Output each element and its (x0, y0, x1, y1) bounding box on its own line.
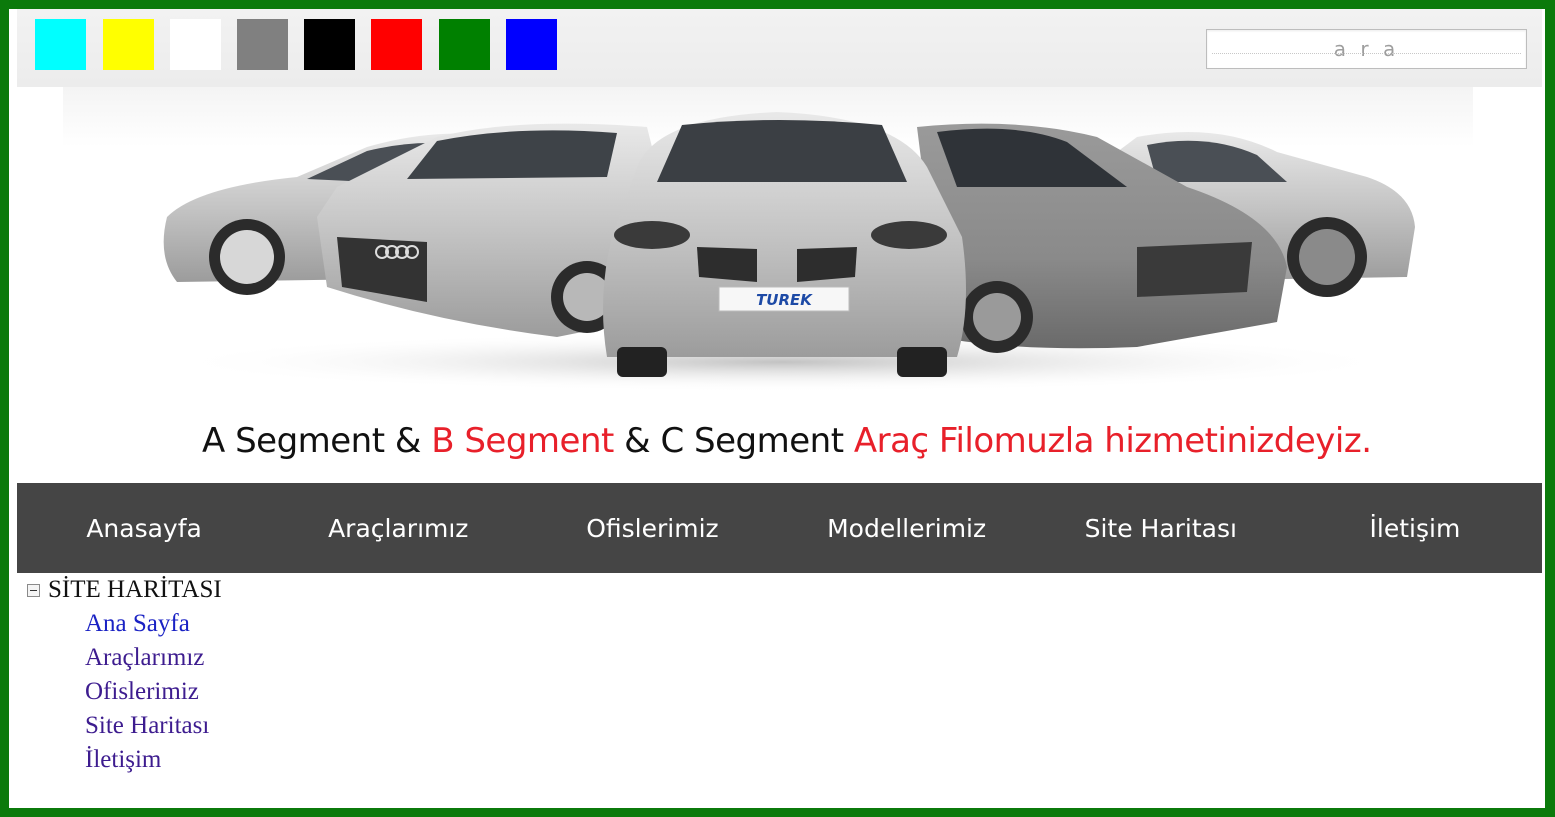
tagline-part-1: A Segment & (202, 421, 432, 461)
car-bmw: TUREK (603, 112, 966, 377)
nav-item-araclarimiz[interactable]: Araçlarımız (271, 514, 525, 543)
tagline-part-2: B Segment (431, 421, 614, 461)
cars-image: TUREK (162, 112, 1415, 392)
site-map-link-ofislerimiz[interactable]: Ofislerimiz (85, 675, 222, 709)
nav-item-iletisim[interactable]: İletişim (1288, 514, 1542, 543)
site-map-links: Ana Sayfa Araçlarımız Ofislerimiz Site H… (85, 607, 222, 777)
collapse-toggle-icon[interactable] (27, 583, 40, 597)
site-map-link-site-haritasi[interactable]: Site Haritası (85, 709, 222, 743)
nav-item-modellerimiz[interactable]: Modellerimiz (780, 514, 1034, 543)
license-plate-text: TUREK (756, 291, 813, 309)
page-content: TUREK A Segment & B Segment & C Segment … (17, 9, 1542, 807)
white-swatch[interactable] (170, 19, 221, 70)
nav-item-ofislerimiz[interactable]: Ofislerimiz (525, 514, 779, 543)
site-map-link-iletisim[interactable]: İletişim (85, 743, 222, 777)
top-bar (17, 9, 1542, 87)
site-map-tree: SİTE HARİTASI Ana Sayfa Araçlarımız Ofis… (27, 575, 222, 777)
gray-swatch[interactable] (237, 19, 288, 70)
tagline-part-3: & C Segment (613, 421, 854, 461)
yellow-swatch[interactable] (103, 19, 154, 70)
black-swatch[interactable] (304, 19, 355, 70)
blue-swatch[interactable] (506, 19, 557, 70)
site-map-root: SİTE HARİTASI (27, 575, 222, 605)
cyan-swatch[interactable] (35, 19, 86, 70)
green-swatch[interactable] (439, 19, 490, 70)
banner-tagline: A Segment & B Segment & C Segment Araç F… (202, 421, 1502, 461)
main-nav: Anasayfa Araçlarımız Ofislerimiz Modelle… (17, 483, 1542, 573)
hero-banner: TUREK A Segment & B Segment & C Segment … (17, 87, 1542, 483)
site-map-link-araclarimiz[interactable]: Araçlarımız (85, 641, 222, 675)
tagline-part-4: Araç Filomuzla hizmetinizdeyiz. (853, 421, 1372, 461)
site-map-title: SİTE HARİTASI (48, 576, 222, 603)
search-input[interactable] (1206, 29, 1527, 69)
nav-item-anasayfa[interactable]: Anasayfa (17, 514, 271, 543)
site-map-link-ana-sayfa[interactable]: Ana Sayfa (85, 607, 222, 641)
red-swatch[interactable] (371, 19, 422, 70)
nav-item-site-haritasi[interactable]: Site Haritası (1034, 514, 1288, 543)
